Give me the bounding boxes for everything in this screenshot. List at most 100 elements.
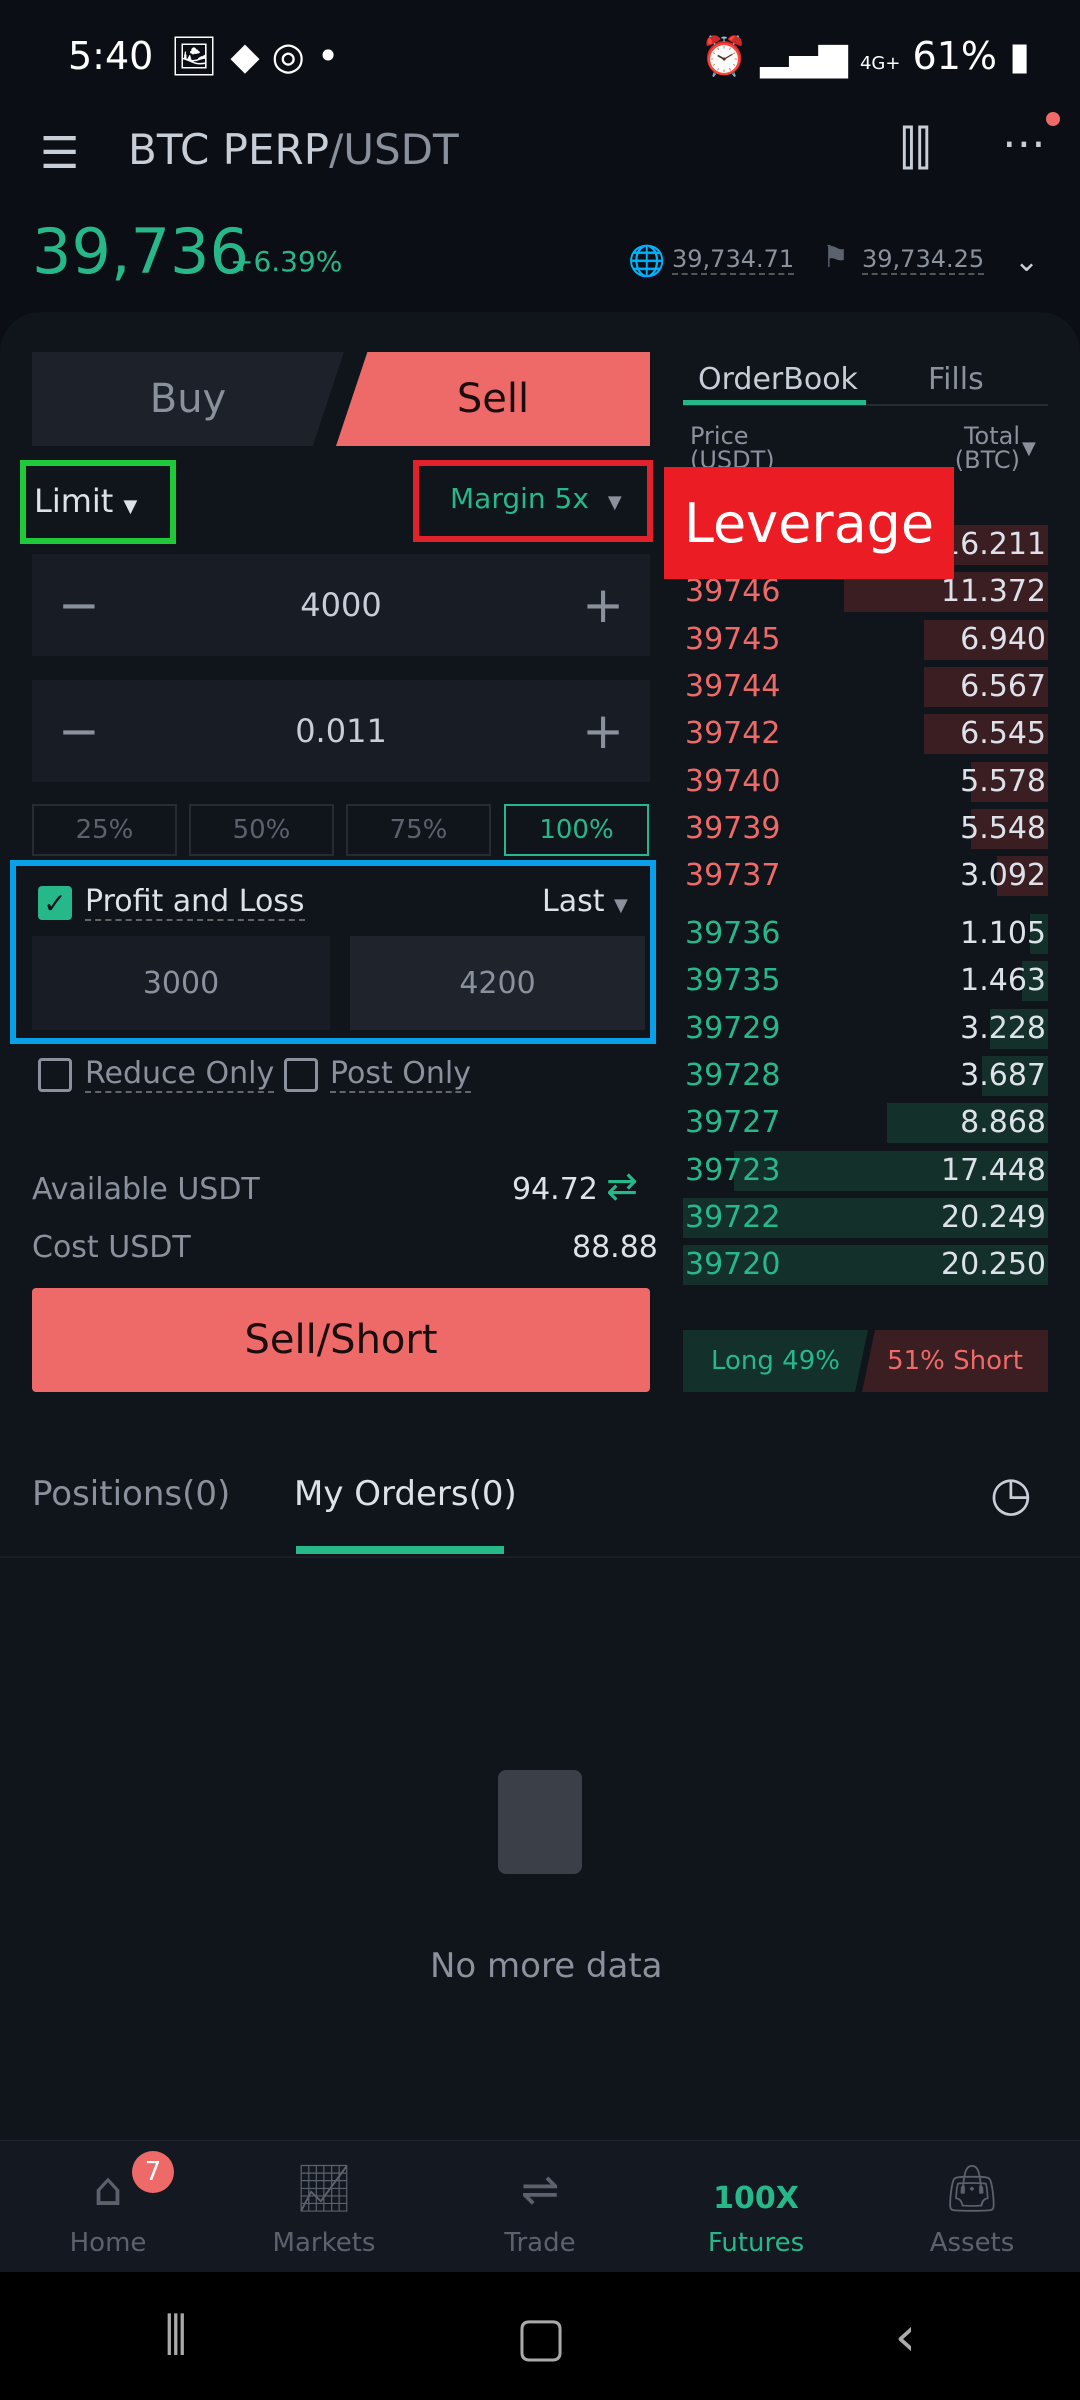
row-total: 8.868 [960, 1105, 1046, 1141]
row-price: 39737 [685, 858, 781, 894]
asks-row[interactable]: 39739 5.548 [683, 807, 1048, 851]
short-ratio: 51% Short [862, 1330, 1048, 1392]
nav-label: Markets [272, 2228, 376, 2258]
asks-row[interactable]: 39744 6.567 [683, 665, 1048, 709]
row-price: 39745 [685, 621, 781, 657]
history-icon[interactable]: ◷ [990, 1466, 1032, 1522]
amount-stepper[interactable]: − 0.011 + [32, 680, 650, 782]
bids-row[interactable]: 39729 3.228 [683, 1007, 1048, 1051]
take-profit-input[interactable]: 4200 [350, 936, 645, 1030]
back-icon[interactable]: ‹ [894, 2305, 916, 2368]
index-price[interactable]: 39,734.71 [672, 245, 795, 275]
post-only-label[interactable]: Post Only [330, 1056, 472, 1093]
nav-home[interactable]: ⌂ Home 7 [0, 2141, 216, 2272]
nav-futures[interactable]: 100X Futures [648, 2141, 864, 2272]
leverage-annotation: Leverage [664, 467, 954, 579]
asks-row[interactable]: 39737 3.092 [683, 854, 1048, 898]
order-type-value: Limit [34, 482, 114, 520]
post-only-checkbox[interactable] [284, 1058, 318, 1092]
tab-orderbook[interactable]: OrderBook [698, 362, 858, 397]
home-badge: 7 [132, 2151, 174, 2193]
nav-assets[interactable]: 👜︎ Assets [864, 2141, 1080, 2272]
nav-label: Futures [707, 2228, 805, 2258]
sell-short-button[interactable]: Sell/Short [32, 1288, 650, 1392]
asks-row[interactable]: 39740 5.578 [683, 760, 1048, 804]
bottom-nav: ⌂ Home 7 📈︎ Markets ⇌ Trade 100X Futures 👜︎ As… [0, 2140, 1080, 2272]
pnl-trigger-select[interactable]: Last ▼ [542, 884, 628, 919]
bids-row[interactable]: 39728 3.687 [683, 1054, 1048, 1098]
price-input[interactable]: 4000 [300, 586, 381, 624]
plus-icon[interactable]: + [582, 702, 624, 760]
stop-loss-input[interactable]: 3000 [32, 936, 330, 1030]
percent-25-button[interactable]: 25% [32, 804, 177, 856]
bids-row[interactable]: 39722 20.249 [683, 1196, 1048, 1240]
tab-buy[interactable]: Buy [32, 352, 344, 446]
minus-icon[interactable]: − [58, 576, 100, 634]
flag-icon: ⚑ [822, 240, 849, 275]
divider [0, 1556, 1080, 1558]
row-price: 39720 [685, 1247, 781, 1283]
caret-down-icon: ▼ [614, 895, 628, 916]
percent-100-button[interactable]: 100% [504, 804, 649, 856]
row-total: 6.545 [960, 716, 1046, 752]
row-total: 6.940 [960, 621, 1046, 657]
reduce-only-label[interactable]: Reduce Only [85, 1056, 275, 1093]
transfer-icon[interactable]: ⇄ [606, 1164, 638, 1208]
tab-fills[interactable]: Fills [928, 362, 984, 397]
percent-75-button[interactable]: 75% [346, 804, 491, 856]
row-price: 39746 [685, 574, 781, 610]
nav-trade[interactable]: ⇌ Trade [432, 2141, 648, 2272]
order-type-select[interactable]: Limit ▼ [34, 482, 137, 520]
orders-tab-indicator [296, 1546, 504, 1554]
row-total: 1.105 [960, 916, 1046, 951]
home-button-icon[interactable]: ▢ [516, 2305, 567, 2368]
asks-row[interactable]: 39742 6.545 [683, 712, 1048, 756]
bids-row[interactable]: 39723 17.448 [683, 1149, 1048, 1193]
menu-icon[interactable]: ☰ [40, 128, 79, 179]
price-change: +6.39% [230, 245, 343, 278]
nav-label: Assets [929, 2228, 1015, 2258]
total-header: Total (BTC) [954, 422, 1020, 474]
chevron-down-icon[interactable]: ⌄ [1014, 244, 1039, 279]
row-total: 11.372 [941, 574, 1046, 610]
price-stepper[interactable]: − 4000 + [32, 554, 650, 656]
tab-my-orders[interactable]: My Orders(0) [294, 1474, 517, 1514]
plus-icon[interactable]: + [582, 576, 624, 634]
more-icon[interactable]: ⋯ [1002, 118, 1046, 169]
row-total: 3.228 [960, 1010, 1046, 1046]
row-total: 16.211 [941, 527, 1046, 562]
long-ratio: Long 49% [683, 1330, 868, 1392]
nav-markets[interactable]: 📈︎ Markets [216, 2141, 432, 2272]
candlestick-chart-icon[interactable]: ⫿⫿ [900, 120, 931, 177]
row-price: 39723 [685, 1152, 781, 1188]
mark-price[interactable]: 39,734.25 [862, 245, 985, 275]
chart-icon: 📈︎ [294, 2161, 354, 2215]
bids-row[interactable]: 39736 1.105 [683, 912, 1048, 956]
bids-row[interactable]: 39735 1.463 [683, 959, 1048, 1003]
bids-row[interactable]: 39727 8.868 [683, 1101, 1048, 1145]
tab-positions[interactable]: Positions(0) [32, 1474, 230, 1514]
pnl-label[interactable]: Profit and Loss [85, 884, 305, 921]
futures-icon: 100X [713, 2181, 799, 2216]
signal-icon: ▂▄▆ [760, 34, 860, 78]
row-price: 39729 [685, 1010, 781, 1046]
row-total: 3.092 [960, 858, 1046, 894]
tab-sell[interactable]: Sell [336, 352, 650, 446]
row-total: 5.578 [960, 763, 1046, 799]
percent-50-button[interactable]: 50% [189, 804, 334, 856]
reduce-only-checkbox[interactable] [38, 1058, 72, 1092]
asks-row[interactable]: 39745 6.940 [683, 618, 1048, 662]
pnl-checkbox[interactable]: ✓ [38, 886, 72, 920]
caret-down-icon[interactable]: ▼ [1022, 438, 1036, 459]
margin-select[interactable]: Margin 5x ▼ [450, 482, 622, 515]
minus-icon[interactable]: − [58, 702, 100, 760]
recents-icon[interactable]: ⦀ [164, 2304, 188, 2368]
row-price: 39728 [685, 1057, 781, 1093]
amount-input[interactable]: 0.011 [295, 712, 387, 750]
pair-title[interactable]: BTC PERP/USDT [128, 125, 459, 174]
row-total: 20.250 [941, 1247, 1046, 1283]
price-header: Price (USDT) [690, 422, 775, 474]
pnl-trigger-value: Last [542, 884, 605, 919]
home-icon: ⌂ [93, 2162, 123, 2216]
bids-row[interactable]: 39720 20.250 [683, 1243, 1048, 1287]
